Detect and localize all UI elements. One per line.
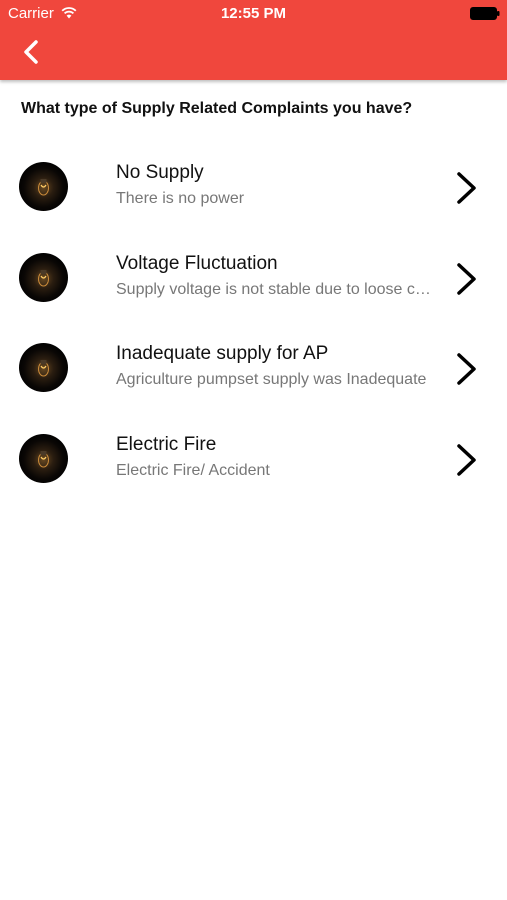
complaint-item-no-supply[interactable]: No Supply There is no power — [0, 142, 507, 233]
chevron-right-icon — [457, 353, 476, 385]
battery-icon — [470, 7, 500, 20]
complaint-subtitle: Agriculture pumpset supply was Inadequat… — [116, 371, 427, 388]
chevron-right-icon — [457, 443, 476, 476]
complaint-subtitle: There is no power — [116, 190, 245, 207]
complaint-item-inadequate-supply[interactable]: Inadequate supply for AP Agriculture pum… — [0, 323, 507, 414]
complaint-title: Inadequate supply for AP — [116, 343, 329, 364]
status-time: 12:55 PM — [220, 5, 287, 22]
light-bulb-icon — [19, 343, 68, 392]
complaint-item-voltage-fluctuation[interactable]: Voltage Fluctuation Supply voltage is no… — [0, 233, 507, 324]
back-button[interactable] — [16, 36, 48, 68]
complaint-subtitle: Electric Fire/ Accident — [116, 461, 270, 479]
status-bar: Carrier 12:55 PM — [0, 0, 507, 28]
complaint-title: Voltage Fluctuation — [116, 252, 278, 274]
chevron-right-icon — [457, 262, 476, 295]
light-bulb-icon — [19, 433, 68, 483]
complaint-item-electric-fire[interactable]: Electric Fire Electric Fire/ Accident — [0, 414, 507, 505]
complaint-list: No Supply There is no power Voltage Fluc… — [0, 142, 507, 504]
complaint-subtitle: Supply voltage is not stable due to loos… — [116, 280, 438, 298]
chevron-right-icon — [457, 172, 476, 204]
chevron-left-icon — [24, 40, 38, 64]
complaint-title: Electric Fire — [116, 433, 217, 455]
app-header: Carrier 12:55 PM — [0, 0, 507, 80]
complaint-title: No Supply — [116, 162, 204, 183]
light-bulb-icon — [19, 162, 68, 211]
light-bulb-icon — [19, 252, 68, 302]
page-question: What type of Supply Related Complaints y… — [21, 100, 413, 117]
